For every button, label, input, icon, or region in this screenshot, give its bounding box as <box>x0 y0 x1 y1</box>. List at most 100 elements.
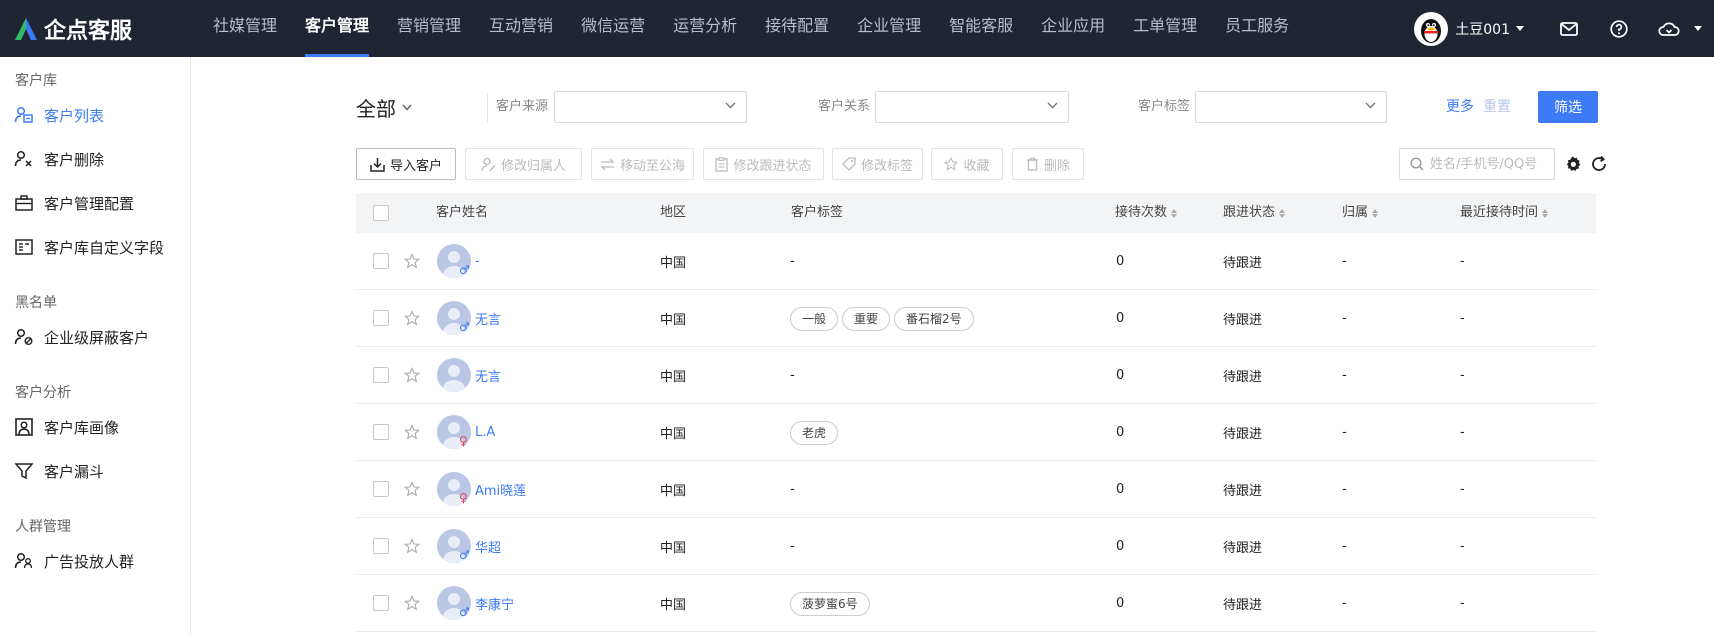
select-all-checkbox[interactable] <box>373 205 389 221</box>
row-checkbox[interactable] <box>373 595 389 611</box>
nav-item[interactable]: 工单管理 <box>1119 0 1211 57</box>
favorite-star-icon[interactable] <box>403 367 421 383</box>
customer-tag[interactable]: 重要 <box>842 306 891 331</box>
table-row[interactable]: ♂ 华超 中国 - 0 待跟进 - - <box>356 518 1596 575</box>
nav-item[interactable]: 企业应用 <box>1027 0 1119 57</box>
sidebar-item[interactable]: 客户漏斗 <box>14 459 104 483</box>
sidebar-item[interactable]: 客户管理配置 <box>14 191 134 215</box>
column-header-owner[interactable]: 归属 <box>1342 193 1379 233</box>
favorite-button[interactable]: 收藏 <box>931 148 1003 180</box>
customer-name-link[interactable]: 华超 <box>475 537 501 556</box>
nav-item[interactable]: 互动营销 <box>475 0 567 57</box>
user-name[interactable]: 土豆001 <box>1455 19 1510 39</box>
refresh-icon[interactable] <box>1590 155 1608 173</box>
column-header-status[interactable]: 跟进状态 <box>1223 193 1286 233</box>
status-cell: 待跟进 <box>1223 313 1263 328</box>
sidebar-item[interactable]: 客户库画像 <box>14 415 119 439</box>
customer-name-link[interactable]: 无言 <box>475 366 501 385</box>
sidebar-item[interactable]: 客户库自定义字段 <box>14 235 164 259</box>
column-header-tags: 客户标签 <box>791 193 843 233</box>
nav-item[interactable]: 企业管理 <box>843 0 935 57</box>
table-row[interactable]: 无言 中国 - 0 待跟进 - - <box>356 347 1596 404</box>
row-checkbox[interactable] <box>373 424 389 440</box>
table-row[interactable]: ♂ 无言 中国 一般 重要 番石榴2号 0 待跟进 - - <box>356 290 1596 347</box>
column-header-visits[interactable]: 接待次数 <box>1115 193 1178 233</box>
nav-item[interactable]: 微信运营 <box>567 0 659 57</box>
user-avatar[interactable] <box>1414 11 1449 46</box>
customer-name-link[interactable]: L.A <box>475 425 495 440</box>
brand-logo[interactable]: 企点客服 <box>14 13 199 45</box>
search-input[interactable] <box>1430 156 1550 172</box>
nav-item[interactable]: 智能客服 <box>935 0 1027 57</box>
row-checkbox[interactable] <box>373 253 389 269</box>
sidebar-item[interactable]: 广告投放人群 <box>14 549 134 573</box>
nav-item[interactable]: 员工服务 <box>1211 0 1303 57</box>
delete-button[interactable]: 删除 <box>1012 148 1084 180</box>
favorite-star-icon[interactable] <box>403 481 421 497</box>
customer-tag[interactable]: 番石榴2号 <box>894 306 974 331</box>
favorite-star-icon[interactable] <box>403 538 421 554</box>
favorite-star-icon[interactable] <box>403 424 421 440</box>
nav-item[interactable]: 社媒管理 <box>199 0 291 57</box>
source-select[interactable] <box>554 91 747 123</box>
penguin-avatar-icon <box>1421 18 1442 43</box>
favorite-star-icon[interactable] <box>403 310 421 326</box>
column-header-name: 客户姓名 <box>436 193 488 233</box>
customer-name-link[interactable]: 无言 <box>475 309 501 328</box>
favorite-star-icon[interactable] <box>403 253 421 269</box>
table-row[interactable]: ♂ - 中国 -0 待跟进 - - <box>356 233 1596 290</box>
column-owner-label: 归属 <box>1342 205 1369 220</box>
change-owner-button[interactable]: 修改归属人 <box>465 148 582 180</box>
row-checkbox[interactable] <box>373 481 389 497</box>
sidebar-group-title: 客户库 <box>15 73 57 89</box>
customer-tag[interactable]: 老虎 <box>790 420 839 445</box>
table-row[interactable]: ♀ Ami晓莲 中国 - 0 待跟进 - - <box>356 461 1596 518</box>
cloud-download-icon[interactable] <box>1658 18 1680 40</box>
table-row[interactable]: ♂ 李康宁 中国 菠萝蜜6号 0 待跟进 - - <box>356 575 1596 632</box>
column-header-last-time[interactable]: 最近接待时间 <box>1460 193 1549 233</box>
sidebar-item[interactable]: 客户删除 <box>14 147 104 171</box>
row-checkbox[interactable] <box>373 538 389 554</box>
change-tags-button[interactable]: 修改标签 <box>832 148 923 180</box>
nav-item[interactable]: 运营分析 <box>659 0 751 57</box>
sidebar-item-label: 客户列表 <box>44 106 105 125</box>
tags-cell: 菠萝蜜6号 <box>790 575 874 632</box>
reset-filters-link[interactable]: 重置 <box>1483 91 1511 123</box>
row-checkbox[interactable] <box>373 310 389 326</box>
change-status-button[interactable]: 修改跟进状态 <box>703 148 824 180</box>
divider <box>487 93 488 123</box>
last-time-cell: - <box>1460 539 1465 554</box>
import-customer-button[interactable]: 导入客户 <box>356 148 456 180</box>
tag-select[interactable] <box>1195 91 1387 123</box>
customer-search[interactable] <box>1399 148 1555 180</box>
nav-item[interactable]: 接待配置 <box>751 0 843 57</box>
status-cell: 待跟进 <box>1223 541 1263 556</box>
mail-icon[interactable] <box>1558 18 1580 40</box>
sidebar-item-label: 客户漏斗 <box>44 462 105 481</box>
visits-cell: 0 <box>1116 368 1125 383</box>
cloud-menu-chevron-icon[interactable] <box>1694 26 1702 31</box>
customer-name-link[interactable]: 李康宁 <box>475 594 514 613</box>
customer-name-link[interactable]: Ami晓莲 <box>475 480 526 499</box>
gear-icon[interactable] <box>1564 155 1582 173</box>
brand-name: 企点客服 <box>44 18 133 44</box>
help-icon[interactable] <box>1608 18 1630 40</box>
more-filters-link[interactable]: 更多 <box>1446 91 1474 123</box>
filter-submit-button[interactable]: 筛选 <box>1538 91 1598 123</box>
table-row[interactable]: ♀ L.A 中国 老虎 0 待跟进 - - <box>356 404 1596 461</box>
relation-select[interactable] <box>875 91 1069 123</box>
scope-dropdown[interactable]: 全部 <box>356 91 412 123</box>
customer-name-link[interactable]: - <box>475 254 480 269</box>
sidebar-item[interactable]: 企业级屏蔽客户 <box>14 325 149 349</box>
favorite-star-icon[interactable] <box>403 595 421 611</box>
move-to-pool-label: 移动至公海 <box>619 158 685 174</box>
nav-item[interactable]: 客户管理 <box>291 0 383 57</box>
customer-tag[interactable]: 菠萝蜜6号 <box>790 591 870 616</box>
user-menu-chevron-icon[interactable] <box>1516 26 1524 31</box>
move-to-pool-button[interactable]: 移动至公海 <box>591 148 694 180</box>
search-icon <box>1410 157 1424 171</box>
sidebar-item[interactable]: 客户列表 <box>14 103 104 127</box>
customer-tag[interactable]: 一般 <box>790 306 839 331</box>
row-checkbox[interactable] <box>373 367 389 383</box>
nav-item[interactable]: 营销管理 <box>383 0 475 57</box>
